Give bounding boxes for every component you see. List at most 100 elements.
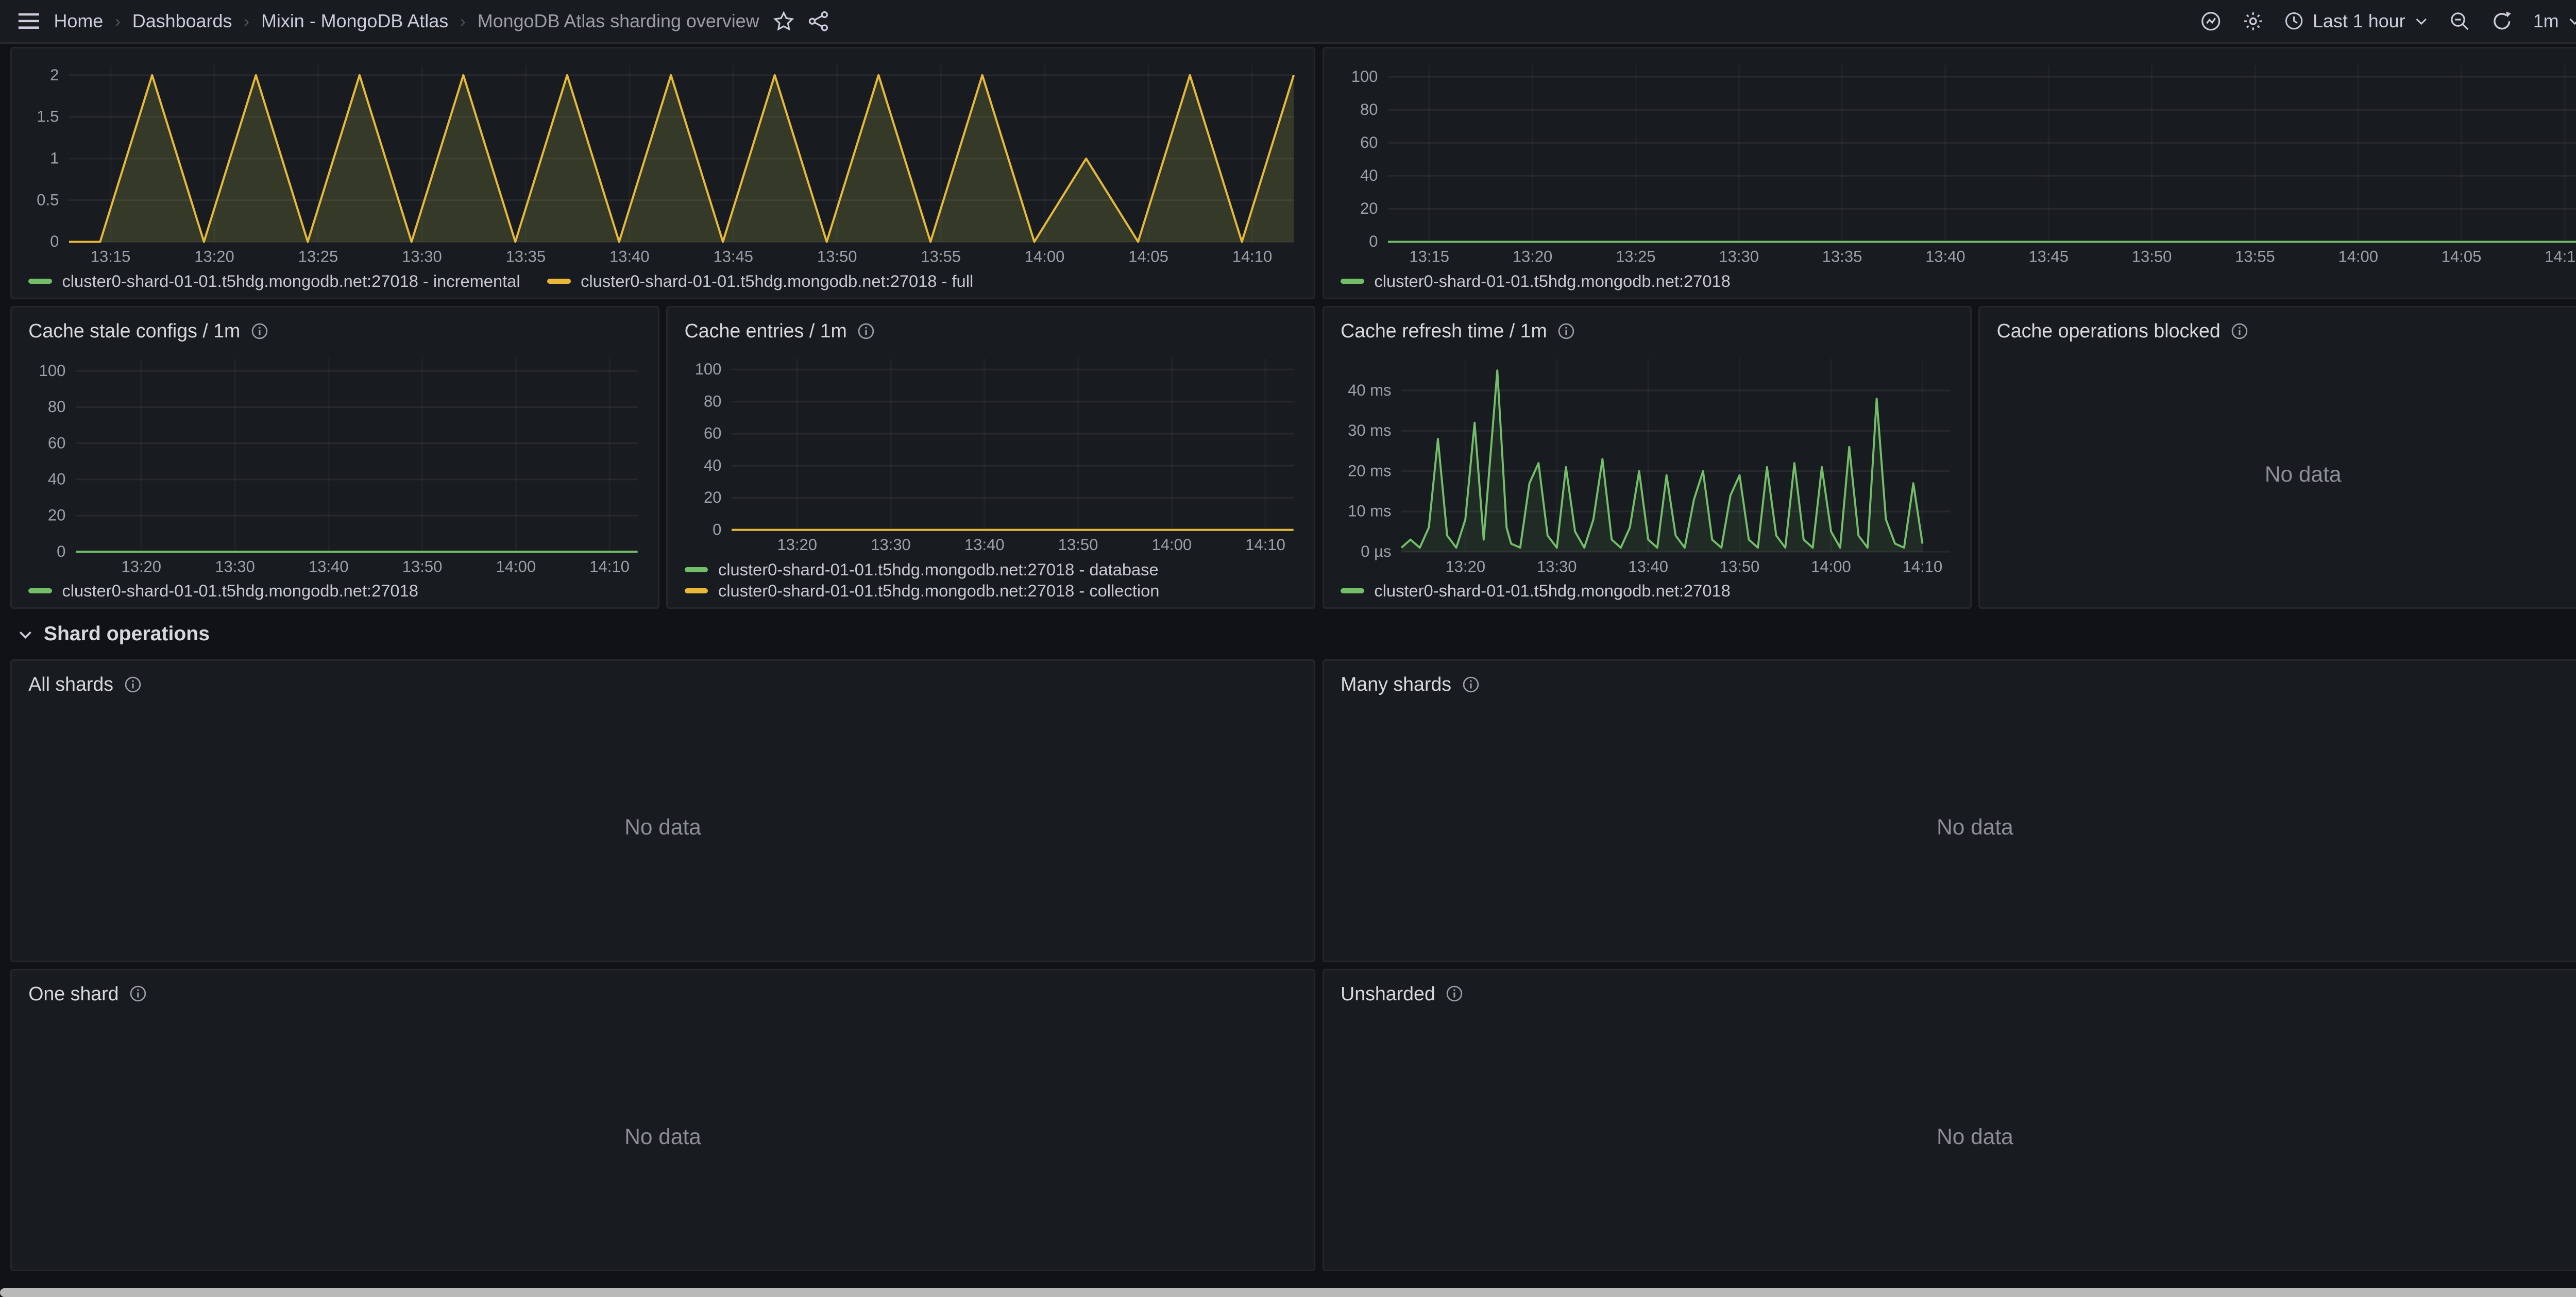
- dashboard-canvas: 00.511.5213:1513:2013:2513:3013:3513:401…: [0, 44, 2576, 1297]
- zoom-out-time-icon[interactable]: [2449, 10, 2470, 32]
- panel-all-shards: All shards No data: [10, 659, 1316, 962]
- chevron-down-icon: [2567, 13, 2576, 28]
- svg-text:80: 80: [704, 392, 721, 410]
- info-icon[interactable]: [1557, 322, 1575, 340]
- time-range-picker[interactable]: Last 1 hour: [2284, 10, 2429, 32]
- row-header-shard-operations[interactable]: Shard operations: [10, 616, 2576, 653]
- breadcrumb-separator: ›: [115, 11, 121, 31]
- svg-text:14:05: 14:05: [1128, 248, 1168, 266]
- svg-text:13:50: 13:50: [1058, 535, 1098, 553]
- panel-header: Cache operations blocked: [1987, 314, 2576, 348]
- timeseries-chart[interactable]: 02040608010013:2013:3013:4013:5014:0014:…: [19, 348, 651, 578]
- svg-text:13:40: 13:40: [609, 248, 650, 266]
- legend-label: cluster0-shard-01-01.t5hdg.mongodb.net:2…: [1374, 271, 1730, 291]
- info-icon[interactable]: [129, 984, 147, 1003]
- series-color-swatch: [547, 279, 571, 284]
- legend-item[interactable]: cluster0-shard-01-01.t5hdg.mongodb.net:2…: [547, 271, 973, 291]
- panel-title[interactable]: Unsharded: [1341, 983, 1435, 1005]
- svg-text:14:10: 14:10: [1245, 535, 1285, 553]
- panel-title[interactable]: All shards: [28, 673, 113, 695]
- no-data-message: No data: [1987, 348, 2576, 601]
- svg-text:13:55: 13:55: [2235, 248, 2275, 266]
- no-data-message: No data: [19, 701, 1308, 953]
- refresh-interval-label: 1m: [2533, 10, 2559, 32]
- panel-title[interactable]: Cache refresh time / 1m: [1341, 320, 1547, 342]
- legend-item[interactable]: cluster0-shard-01-01.t5hdg.mongodb.net:2…: [1341, 581, 1731, 601]
- legend: cluster0-shard-01-01.t5hdg.mongodb.net:2…: [19, 577, 651, 601]
- legend-item[interactable]: cluster0-shard-01-01.t5hdg.mongodb.net:2…: [685, 581, 1297, 601]
- legend: cluster0-shard-01-01.t5hdg.mongodb.net:2…: [1331, 268, 2576, 292]
- svg-text:2: 2: [50, 66, 59, 84]
- timeseries-chart[interactable]: 00.511.5213:1513:2013:2513:3013:3513:401…: [19, 55, 1308, 268]
- svg-text:1: 1: [50, 149, 59, 167]
- legend-label: cluster0-shard-01-01.t5hdg.mongodb.net:2…: [62, 581, 418, 601]
- svg-text:30 ms: 30 ms: [1348, 421, 1391, 439]
- svg-text:100: 100: [39, 362, 65, 380]
- breadcrumb-dashboards[interactable]: Dashboards: [132, 10, 232, 32]
- panel-row-shards-2: One shard No data Unsharded No data: [10, 969, 2576, 1272]
- svg-text:13:30: 13:30: [871, 535, 911, 553]
- dashboard-insights-icon[interactable]: [2200, 10, 2222, 32]
- info-icon[interactable]: [124, 675, 142, 694]
- horizontal-scrollbar[interactable]: [0, 1287, 2576, 1297]
- svg-text:13:15: 13:15: [1409, 248, 1449, 266]
- panel-unsharded: Unsharded No data: [1323, 969, 2576, 1272]
- menu-toggle-icon[interactable]: [17, 9, 41, 33]
- timeseries-chart[interactable]: 02040608010013:1513:2013:2513:3013:3513:…: [1331, 55, 2576, 268]
- info-icon[interactable]: [1462, 675, 1480, 694]
- panel-title[interactable]: Cache operations blocked: [1997, 320, 2221, 342]
- svg-text:0 µs: 0 µs: [1361, 542, 1391, 560]
- panel-header: One shard: [19, 977, 1308, 1011]
- svg-text:13:55: 13:55: [921, 248, 961, 266]
- info-icon[interactable]: [250, 322, 269, 340]
- info-icon[interactable]: [1445, 984, 1464, 1003]
- panel-header: All shards: [19, 668, 1308, 701]
- svg-text:20 ms: 20 ms: [1348, 462, 1391, 480]
- svg-text:20: 20: [1360, 200, 1378, 218]
- share-icon[interactable]: [808, 10, 829, 32]
- svg-text:14:10: 14:10: [589, 557, 630, 575]
- svg-text:13:30: 13:30: [402, 248, 442, 266]
- svg-text:100: 100: [695, 360, 722, 378]
- breadcrumb-folder[interactable]: Mixin - MongoDB Atlas: [261, 10, 448, 32]
- dashboard-settings-gear-icon[interactable]: [2242, 10, 2264, 32]
- legend-item[interactable]: cluster0-shard-01-01.t5hdg.mongodb.net:2…: [685, 560, 1297, 579]
- horizontal-scrollbar-thumb[interactable]: [0, 1288, 2576, 1296]
- refresh-interval-picker[interactable]: 1m: [2533, 10, 2576, 32]
- panel-title[interactable]: Cache stale configs / 1m: [28, 320, 240, 342]
- breadcrumb-separator: ›: [244, 11, 249, 31]
- breadcrumb-home[interactable]: Home: [54, 10, 103, 32]
- timeseries-chart[interactable]: 02040608010013:2013:3013:4013:5014:0014:…: [674, 348, 1307, 557]
- legend: cluster0-shard-01-01.t5hdg.mongodb.net:2…: [19, 268, 1308, 292]
- svg-text:13:20: 13:20: [777, 535, 818, 553]
- info-icon[interactable]: [857, 322, 875, 340]
- panel-title[interactable]: One shard: [28, 983, 118, 1005]
- svg-text:13:40: 13:40: [1628, 557, 1668, 575]
- svg-text:0: 0: [713, 520, 721, 538]
- no-data-message: No data: [1331, 1011, 2576, 1263]
- legend-item[interactable]: cluster0-shard-01-01.t5hdg.mongodb.net:2…: [28, 271, 520, 291]
- star-dashboard-icon[interactable]: [773, 10, 794, 32]
- timeseries-chart[interactable]: 0 µs10 ms20 ms30 ms40 ms13:2013:3013:401…: [1331, 348, 1963, 578]
- svg-text:14:10: 14:10: [1902, 557, 1942, 575]
- panel-title[interactable]: Cache entries / 1m: [685, 320, 847, 342]
- legend-item[interactable]: cluster0-shard-01-01.t5hdg.mongodb.net:2…: [1341, 271, 1731, 291]
- legend-label: cluster0-shard-01-01.t5hdg.mongodb.net:2…: [718, 581, 1159, 601]
- svg-text:0.5: 0.5: [37, 191, 59, 209]
- refresh-icon[interactable]: [2491, 10, 2513, 32]
- svg-text:13:30: 13:30: [215, 557, 255, 575]
- svg-text:14:00: 14:00: [1152, 535, 1192, 553]
- svg-text:60: 60: [704, 424, 721, 442]
- series-color-swatch: [28, 279, 52, 284]
- svg-text:20: 20: [704, 488, 721, 506]
- panel-title[interactable]: Many shards: [1341, 673, 1451, 695]
- info-icon[interactable]: [2230, 322, 2249, 340]
- panel-cache-entries: Cache entries / 1m 02040608010013:2013:3…: [666, 306, 1315, 609]
- legend-item[interactable]: cluster0-shard-01-01.t5hdg.mongodb.net:2…: [28, 581, 418, 601]
- legend-label: cluster0-shard-01-01.t5hdg.mongodb.net:2…: [1374, 581, 1730, 601]
- svg-text:13:15: 13:15: [90, 248, 130, 266]
- svg-text:100: 100: [1351, 67, 1378, 86]
- svg-text:14:00: 14:00: [496, 557, 536, 575]
- time-range-label: Last 1 hour: [2313, 10, 2405, 32]
- svg-text:13:20: 13:20: [194, 248, 234, 266]
